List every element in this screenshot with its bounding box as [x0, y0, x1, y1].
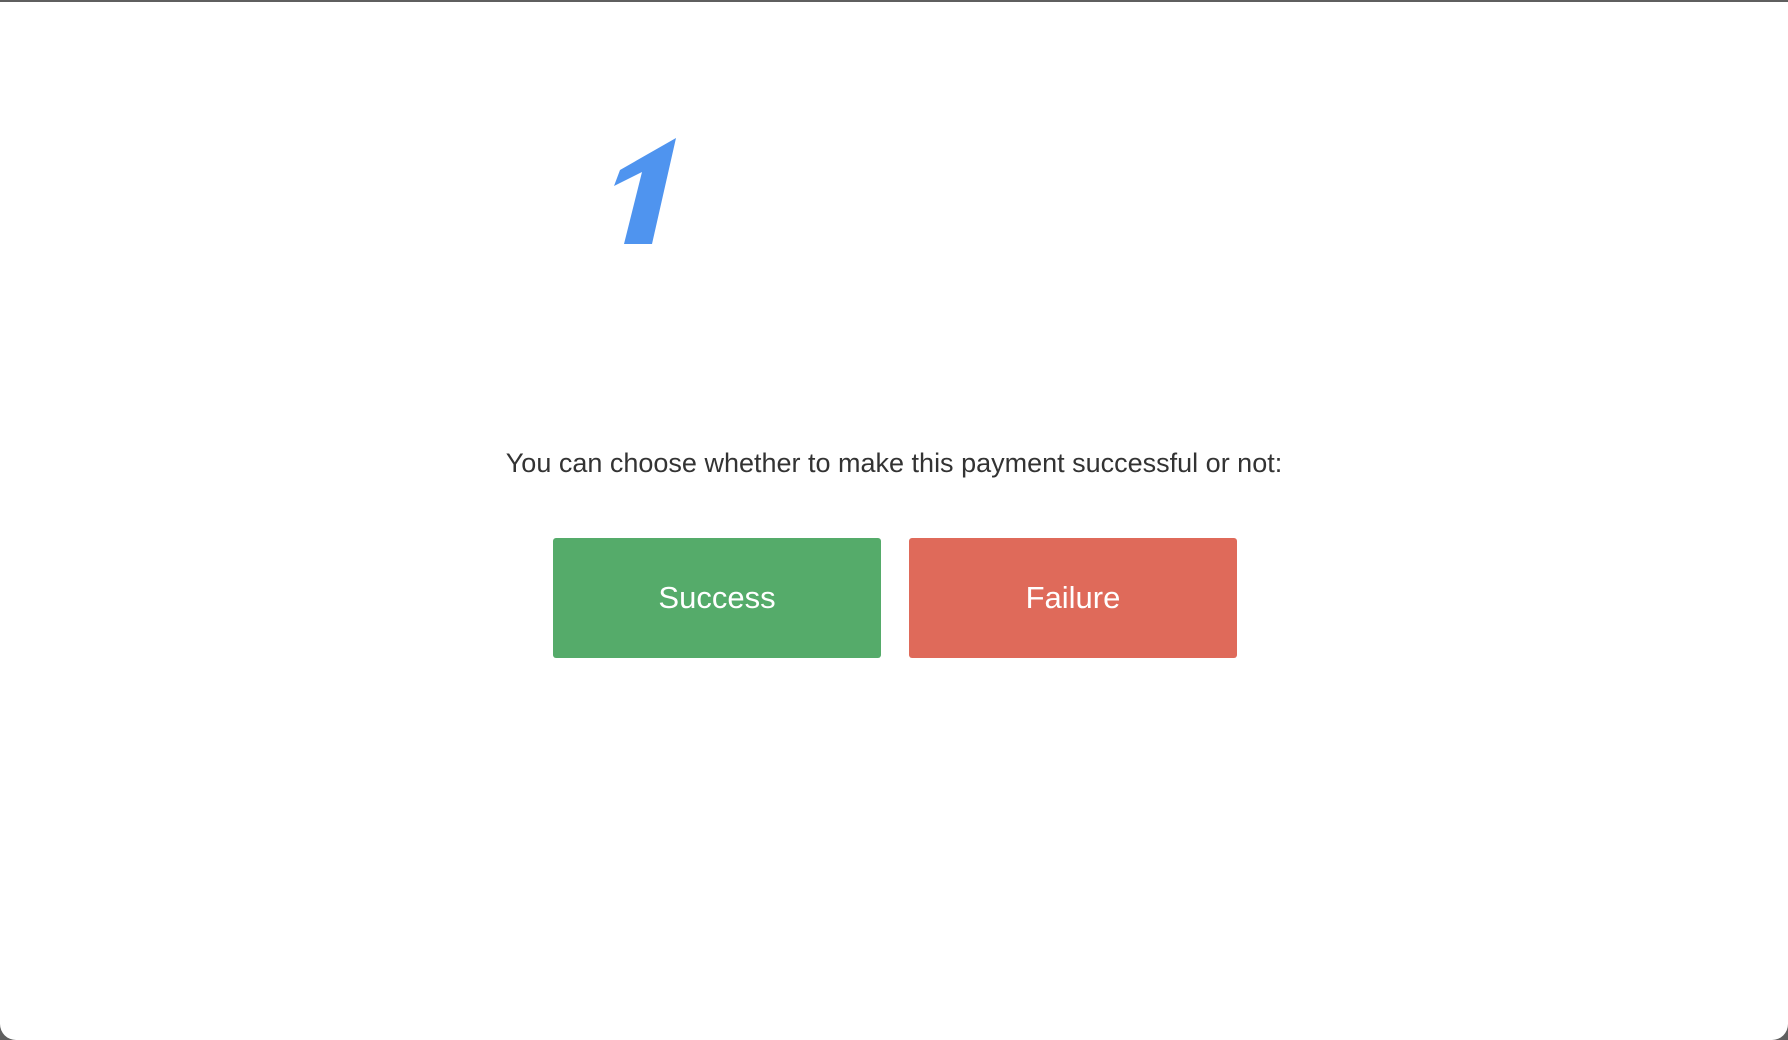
failure-button[interactable]: Failure — [909, 538, 1237, 658]
payment-window: You can choose whether to make this paym… — [0, 2, 1788, 1040]
success-button[interactable]: Success — [553, 538, 881, 658]
one-logo-icon — [614, 138, 676, 244]
payment-actions: Success Failure — [553, 538, 1237, 658]
payment-prompt: You can choose whether to make this paym… — [505, 448, 1283, 478]
